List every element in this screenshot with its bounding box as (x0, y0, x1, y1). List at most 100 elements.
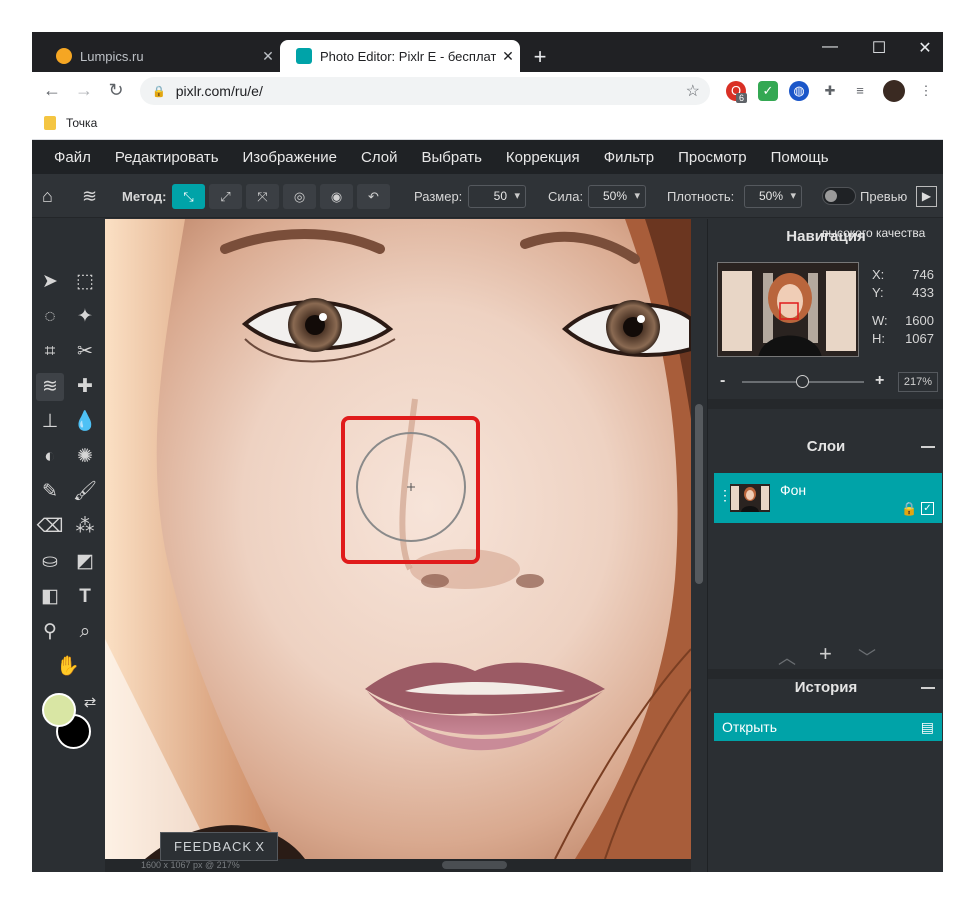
back-button[interactable]: ← (40, 80, 64, 101)
browser-window: Lumpics.ru ✕ Photo Editor: Pixlr E - бес… (32, 32, 943, 872)
strength-select[interactable]: 50% (588, 185, 646, 208)
image-canvas[interactable] (105, 219, 691, 859)
bookmark-label: Точка (66, 116, 98, 130)
layer-row[interactable]: ⋮ Фон 🔒 ✓ (714, 473, 942, 523)
liquify-tool-icon[interactable]: ≋ (36, 373, 64, 401)
forward-button[interactable]: → (72, 80, 96, 101)
menu-layer[interactable]: Слой (361, 149, 397, 166)
collapse-history-icon[interactable] (921, 687, 935, 689)
size-select[interactable]: 50 (468, 185, 526, 208)
cutout-tool-icon[interactable]: ✂ (71, 338, 99, 366)
twirl-right-button[interactable]: ◉ (320, 184, 353, 209)
add-layer-icon[interactable]: + (819, 641, 832, 667)
right-panel: высокого качества Навигация X: 746 Y: 43… (707, 219, 943, 872)
zoom-input[interactable]: 217% (898, 372, 938, 392)
navigator-thumbnail[interactable] (717, 262, 859, 357)
eyedropper-tool-icon[interactable]: ⚲ (36, 618, 64, 646)
home-icon[interactable]: ⌂ (42, 174, 53, 218)
portrait-photo (105, 219, 691, 859)
folder-icon (44, 116, 56, 130)
more-menu-icon[interactable]: ⋮ (916, 81, 936, 101)
lumpics-favicon-icon (56, 48, 72, 64)
move-layer-up-icon[interactable]: ︿ (778, 644, 796, 670)
magic-wand-tool-icon[interactable]: ✦ (71, 303, 99, 331)
lock-icon[interactable]: 🔒 (901, 501, 917, 517)
brush-tool-icon[interactable]: 🖌 (71, 478, 99, 506)
menu-image[interactable]: Изображение (243, 149, 338, 166)
text-tool-icon[interactable]: T (71, 583, 99, 611)
expand-method-button[interactable]: ⤢ (209, 184, 242, 209)
crop-tool-icon[interactable]: ⌗ (36, 338, 64, 366)
menu-help[interactable]: Помощь (771, 149, 829, 166)
marquee-tool-icon[interactable]: ⬚ (71, 268, 99, 296)
w-label: W: (872, 313, 888, 328)
document-icon: ▤ (920, 719, 934, 735)
bookmark-item[interactable]: Точка (44, 116, 97, 130)
undo-icon[interactable]: ↶ (357, 184, 390, 209)
liquify-tool-icon: ≋ (82, 185, 98, 206)
history-item[interactable]: Открыть ▤ (714, 713, 942, 741)
move-layer-down-icon[interactable]: ﹀ (858, 644, 876, 670)
push-method-button[interactable]: ⤡ (172, 184, 205, 209)
canvas-vertical-scrollbar[interactable] (691, 219, 707, 872)
pencil-tool-icon[interactable]: ✎ (36, 478, 64, 506)
zoom-in-button[interactable]: + (875, 372, 884, 390)
canvas-horizontal-scrollbar[interactable] (442, 861, 507, 869)
eraser-tool-icon[interactable]: ⌫ (36, 513, 64, 541)
menu-filter[interactable]: Фильтр (604, 149, 654, 166)
fill-tool-icon[interactable]: ⛀ (36, 548, 64, 576)
shape-tool-icon[interactable]: ◧ (36, 583, 64, 611)
sponge-tool-icon[interactable]: ✺ (71, 443, 99, 471)
twirl-left-button[interactable]: ◎ (283, 184, 316, 209)
close-window-button[interactable]: ✕ (910, 38, 940, 58)
zoom-out-button[interactable]: - (720, 372, 725, 390)
expand-panel-icon[interactable]: ▶ (916, 186, 937, 207)
shrink-method-button[interactable]: ⤧ (246, 184, 279, 209)
preview-toggle[interactable] (822, 187, 856, 205)
x-value: 746 (912, 267, 934, 282)
vpn-extension-icon[interactable]: ◍ (789, 81, 809, 101)
lasso-tool-icon[interactable]: ◌ (36, 303, 64, 331)
method-label: Метод: (122, 188, 167, 204)
close-tab-icon[interactable]: ✕ (256, 48, 280, 65)
feedback-close-button[interactable]: X (255, 833, 265, 860)
bookmark-star-icon[interactable]: ☆ (686, 81, 700, 101)
heal-tool-icon[interactable]: ✚ (71, 373, 99, 401)
dodge-burn-tool-icon[interactable]: ◐ (36, 443, 64, 471)
history-label: Открыть (722, 719, 777, 735)
hand-tool-icon[interactable]: ✋ (54, 653, 82, 681)
zoom-tool-icon[interactable]: ⌕ (71, 618, 99, 646)
reading-list-icon[interactable]: ≡ (850, 81, 870, 101)
address-bar[interactable]: 🔒 pixlr.com/ru/e/ ☆ (140, 77, 710, 105)
menu-edit[interactable]: Редактировать (115, 149, 219, 166)
clone-stamp-tool-icon[interactable]: ⊥ (36, 408, 64, 436)
extension-badge: 6 (736, 93, 748, 103)
menu-view[interactable]: Просмотр (678, 149, 747, 166)
maximize-button[interactable]: ☐ (864, 38, 894, 58)
puzzle-extensions-icon[interactable]: ✚ (820, 81, 840, 101)
tab-pixlr[interactable]: Photo Editor: Pixlr E - бесплатный ✕ (280, 40, 520, 72)
gradient-tool-icon[interactable]: ◩ (71, 548, 99, 576)
collapse-layers-icon[interactable] (921, 446, 935, 448)
checkmark-extension-icon[interactable]: ✓ (758, 81, 778, 101)
visibility-checkbox[interactable]: ✓ (921, 502, 934, 515)
menu-select[interactable]: Выбрать (422, 149, 482, 166)
y-label: Y: (872, 285, 884, 300)
primary-color-swatch[interactable] (42, 693, 76, 727)
color-replace-tool-icon[interactable]: ⁂ (71, 513, 99, 541)
swap-colors-icon[interactable]: ⇄ (76, 689, 104, 717)
menu-adjustment[interactable]: Коррекция (506, 149, 580, 166)
arrange-tool-icon[interactable]: ➤ (36, 268, 64, 296)
density-select[interactable]: 50% (744, 185, 802, 208)
blur-tool-icon[interactable]: 💧 (71, 408, 99, 436)
profile-avatar[interactable] (883, 80, 905, 102)
reload-button[interactable]: ↻ (104, 80, 128, 101)
new-tab-button[interactable]: + (528, 44, 552, 70)
tab-lumpics[interactable]: Lumpics.ru ✕ (40, 40, 280, 72)
zoom-slider-handle[interactable] (796, 375, 809, 388)
h-value: 1067 (905, 331, 934, 346)
feedback-button[interactable]: FEEDBACK X (160, 832, 278, 861)
minimize-button[interactable]: — (815, 38, 845, 56)
close-tab-icon[interactable]: ✕ (496, 48, 520, 65)
menu-file[interactable]: Файл (54, 149, 91, 166)
